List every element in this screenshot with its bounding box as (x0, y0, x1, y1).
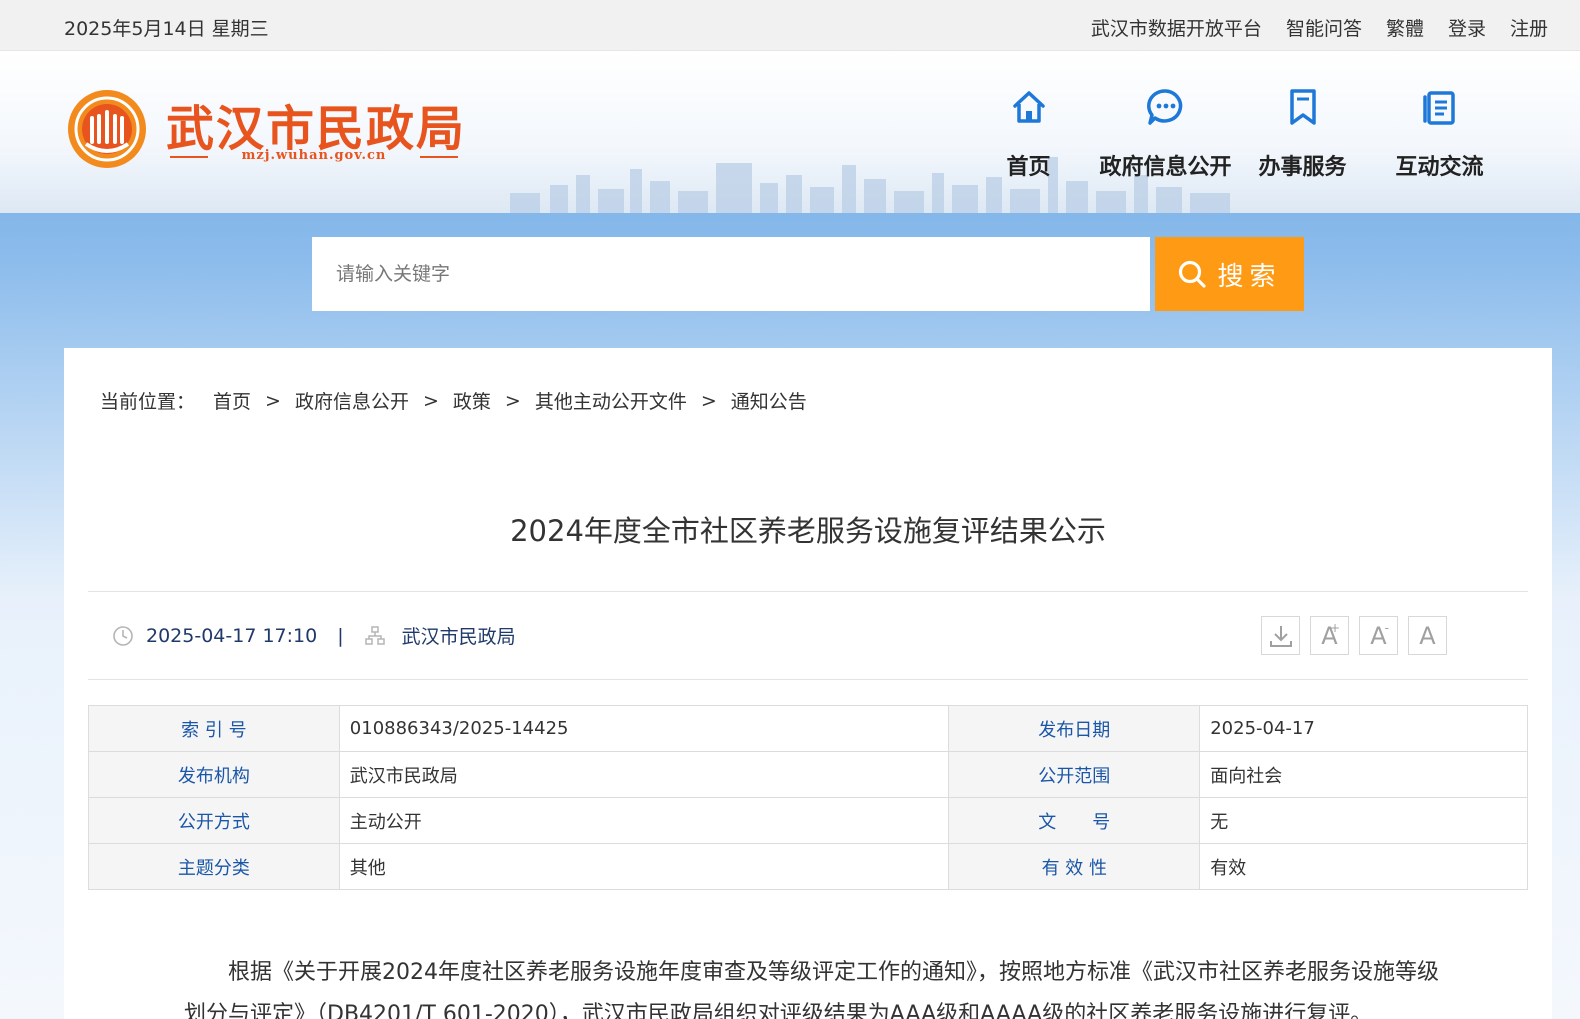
organization-icon (364, 625, 385, 645)
page-title: 2024年度全市社区养老服务设施复评结果公示 (510, 514, 1106, 548)
register-link[interactable]: 注册 (1510, 14, 1548, 41)
document-icon (1422, 91, 1455, 125)
breadcrumb-separator: > (700, 389, 717, 412)
validity-value: 有效 (1199, 843, 1528, 890)
smart-qa-link[interactable]: 智能问答 (1286, 14, 1362, 41)
index-number-label: 索 引 号 (88, 705, 340, 752)
search-button-label: 搜索 (1217, 261, 1282, 292)
article-paragraph: 根据《关于开展2024年度社区养老服务设施年度审查及等级评定工作的通知》，按照地… (184, 960, 1439, 1019)
main-nav: 首页 政府信息公开 办事服务 互动交流 (960, 87, 1508, 181)
breadcrumb-policy[interactable]: 政策 (453, 387, 491, 414)
nav-gov-info[interactable]: 政府信息公开 (1097, 87, 1234, 181)
download-icon (1269, 625, 1292, 647)
breadcrumb-notices[interactable]: 通知公告 (731, 387, 807, 414)
index-number-value: 010886343/2025-14425 (338, 705, 950, 752)
nav-gov-info-label: 政府信息公开 (1099, 155, 1232, 180)
document-number-value: 无 (1199, 797, 1528, 844)
issuing-agency-value: 武汉市民政局 (338, 751, 950, 798)
breadcrumb: 当前位置： 首页 > 政府信息公开 > 政策 > 其他主动公开文件 > 通知公告 (100, 387, 807, 414)
clock-icon (113, 625, 133, 646)
nav-services[interactable]: 办事服务 (1234, 87, 1371, 181)
article-body: 根据《关于开展2024年度社区养老服务设施年度审查及等级评定工作的通知》，按照地… (184, 952, 1444, 1019)
breadcrumb-separator: > (504, 389, 521, 412)
search-button[interactable]: 搜索 (1155, 237, 1304, 311)
breadcrumb-other-files[interactable]: 其他主动公开文件 (535, 387, 687, 414)
table-row: 公开方式 主动公开 文 号 无 (88, 797, 1528, 844)
traditional-chinese-link[interactable]: 繁體 (1386, 14, 1424, 41)
issuing-agency-label: 发布机构 (88, 751, 340, 798)
article-meta: 2025-04-17 17:10 | 武汉市民政局 (112, 622, 516, 649)
home-icon (1012, 91, 1045, 123)
disclosure-method-label: 公开方式 (88, 797, 340, 844)
download-button[interactable] (1261, 616, 1300, 655)
disclosure-method-value: 主动公开 (338, 797, 950, 844)
disclosure-scope-value: 面向社会 (1199, 751, 1528, 798)
site-header: 武汉市民政局 mzj.wuhan.gov.cn 首页 政府信息公开 办事服务 互… (0, 51, 1580, 213)
table-row: 发布机构 武汉市民政局 公开范围 面向社会 (88, 751, 1528, 798)
divider (88, 679, 1528, 680)
breadcrumb-separator: > (422, 389, 439, 412)
table-row: 主题分类 其他 有 效 性 有效 (88, 843, 1528, 890)
font-reset-button[interactable]: A (1408, 616, 1447, 655)
nav-interaction-label: 互动交流 (1395, 155, 1484, 180)
nav-services-label: 办事服务 (1258, 155, 1347, 180)
disclosure-scope-label: 公开范围 (948, 751, 1201, 798)
chat-icon (1146, 89, 1182, 125)
breadcrumb-gov-info[interactable]: 政府信息公开 (295, 387, 409, 414)
main-content: 当前位置： 首页 > 政府信息公开 > 政策 > 其他主动公开文件 > 通知公告… (64, 348, 1552, 1019)
bookmark-icon (1289, 89, 1316, 125)
article-tools: A + A- A (1261, 616, 1447, 655)
table-row: 索 引 号 010886343/2025-14425 发布日期 2025-04-… (88, 705, 1528, 752)
publish-date-label: 发布日期 (948, 705, 1201, 752)
minus-mark: - (1384, 621, 1389, 635)
nav-home-label: 首页 (1006, 155, 1051, 180)
publish-date-value: 2025-04-17 (1199, 705, 1528, 752)
breadcrumb-separator: > (265, 389, 281, 412)
data-platform-link[interactable]: 武汉市数据开放平台 (1091, 14, 1262, 41)
publisher: 武汉市民政局 (401, 626, 516, 648)
divider (88, 591, 1528, 592)
login-link[interactable]: 登录 (1448, 14, 1486, 41)
topic-category-value: 其他 (338, 843, 950, 890)
publish-time: 2025-04-17 17:10 (146, 624, 318, 647)
search-icon (1179, 260, 1207, 288)
nav-interaction[interactable]: 互动交流 (1371, 87, 1508, 181)
font-decrease-button[interactable]: A- (1359, 616, 1398, 655)
validity-label: 有 效 性 (948, 843, 1201, 890)
meta-divider: | (337, 624, 344, 647)
font-increase-button[interactable]: A + (1310, 616, 1349, 655)
nav-home[interactable]: 首页 (960, 87, 1097, 181)
ministry-emblem-logo (68, 90, 146, 168)
search-input[interactable] (312, 237, 1150, 311)
top-links: 武汉市数据开放平台 智能问答 繁體 登录 注册 (1091, 14, 1548, 41)
topic-category-label: 主题分类 (88, 843, 340, 890)
breadcrumb-home[interactable]: 首页 (213, 387, 251, 414)
site-domain: mzj.wuhan.gov.cn (166, 148, 462, 163)
document-number-label: 文 号 (948, 797, 1201, 844)
plus-mark: + (1329, 621, 1340, 635)
font-reset-label: A (1419, 621, 1436, 650)
breadcrumb-prefix: 当前位置： (100, 391, 196, 413)
top-bar: 2025年5月14日 星期三 武汉市数据开放平台 智能问答 繁體 登录 注册 (0, 0, 1580, 51)
current-date: 2025年5月14日 星期三 (64, 18, 269, 40)
document-info-table: 索 引 号 010886343/2025-14425 发布日期 2025-04-… (88, 705, 1528, 890)
